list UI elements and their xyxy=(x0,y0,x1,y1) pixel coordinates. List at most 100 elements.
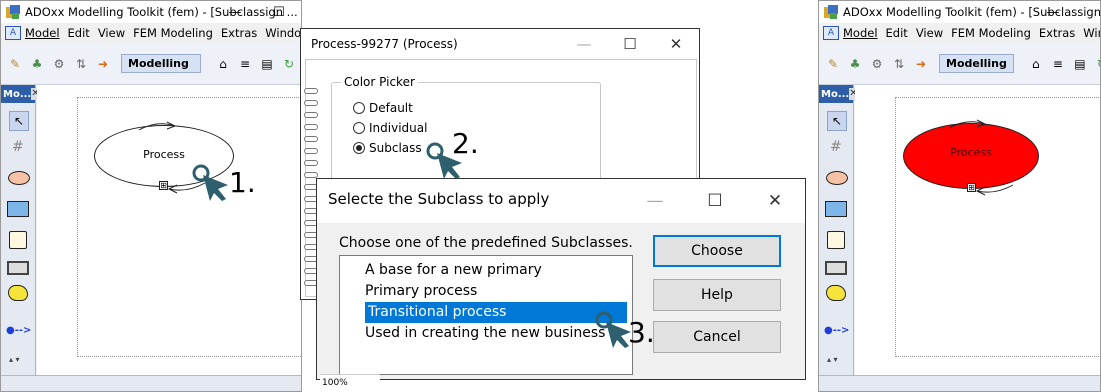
model-canvas[interactable]: Process ⊞ xyxy=(37,85,301,375)
radio-circle-icon xyxy=(353,102,365,114)
pointer-tool-icon[interactable]: ↖ xyxy=(827,111,847,131)
process-shape-tool[interactable] xyxy=(8,171,30,185)
refresh-icon[interactable]: ↻ xyxy=(281,56,297,72)
process-shape-tool[interactable] xyxy=(826,171,848,185)
menu-window[interactable]: Window xyxy=(265,26,301,40)
connector-tool-icon[interactable]: ●--> xyxy=(824,325,849,336)
minimize-button[interactable]: — xyxy=(213,1,257,23)
menu-fem-modeling[interactable]: FEM Modeling xyxy=(133,26,213,40)
export-icon[interactable]: ➜ xyxy=(913,56,929,72)
close-button[interactable]: ✕ xyxy=(745,179,805,223)
choose-button[interactable]: Choose xyxy=(653,235,781,267)
grid-tool-icon[interactable]: # xyxy=(12,139,24,155)
subclass-list[interactable]: A base for a new primary Primary process… xyxy=(339,255,633,375)
transfer-icon[interactable]: ⇅ xyxy=(73,56,89,72)
mdi-document-icon[interactable]: A xyxy=(5,26,21,40)
toolbar: ✎ ♣ ⚙ ⇅ ➜ Modelling ⌂ ≡ ▤ ↻ xyxy=(819,43,1100,85)
note-shape-tool[interactable] xyxy=(9,231,27,249)
zoom-level: 100% xyxy=(320,374,380,392)
menu-model[interactable]: Model xyxy=(843,26,878,40)
close-button[interactable]: ✕ xyxy=(653,29,699,59)
app-icon xyxy=(824,5,838,19)
home-icon[interactable]: ⌂ xyxy=(1028,56,1044,72)
model-canvas[interactable]: Process ⊞ xyxy=(855,85,1100,375)
menu-edit[interactable]: Edit xyxy=(68,26,90,40)
radio-default[interactable]: Default xyxy=(353,101,413,115)
settings-icon[interactable]: ⚙ xyxy=(869,56,885,72)
process-shape-label: Process xyxy=(143,147,185,161)
pointer-cursor-icon-3 xyxy=(595,311,631,348)
menu-window[interactable]: Window xyxy=(1083,26,1100,40)
modelling-panel: Mo... ✕ ↖ # ●--> ▴ ▾ xyxy=(1,85,40,375)
settings-icon[interactable]: ⚙ xyxy=(51,56,67,72)
scroll-arrows-icon[interactable]: ▴ ▾ xyxy=(827,355,838,364)
tree-icon[interactable]: ♣ xyxy=(847,56,863,72)
maximize-button[interactable]: ☐ xyxy=(257,1,301,23)
menu-extras[interactable]: Extras xyxy=(221,26,257,40)
list-item[interactable]: Primary process xyxy=(362,281,624,302)
menu-edit[interactable]: Edit xyxy=(886,26,908,40)
edit-icon[interactable]: ✎ xyxy=(7,56,23,72)
step-number-1: 1. xyxy=(229,166,256,199)
process-shape-red[interactable]: Process xyxy=(903,123,1039,189)
notebook-ring-icon xyxy=(304,112,318,118)
minimize-button[interactable]: — xyxy=(625,179,685,223)
app-window-right: ADOxx Modelling Toolkit (fem) - [Subclas… xyxy=(818,0,1101,392)
activity-shape-tool[interactable] xyxy=(7,201,29,217)
menu-fem-modeling[interactable]: FEM Modeling xyxy=(951,26,1031,40)
notebook-ring-icon xyxy=(304,124,318,130)
menu-extras[interactable]: Extras xyxy=(1039,26,1075,40)
swimlane-shape-tool[interactable] xyxy=(7,261,29,275)
maximize-button[interactable]: ☐ xyxy=(607,29,653,59)
scroll-arrows-icon[interactable]: ▴ ▾ xyxy=(9,355,20,364)
title-bar: ADOxx Modelling Toolkit (fem) - [Subclas… xyxy=(1,1,301,23)
home-icon[interactable]: ⌂ xyxy=(215,56,231,72)
window-icon[interactable]: ▤ xyxy=(259,56,275,72)
app-window-left: ADOxx Modelling Toolkit (fem) - [Subclas… xyxy=(0,0,302,392)
notebook-ring-icon xyxy=(304,148,318,154)
transfer-icon[interactable]: ⇅ xyxy=(891,56,907,72)
refresh-icon[interactable]: ↻ xyxy=(1094,56,1100,72)
dialog-title: Process-99277 (Process) xyxy=(311,37,458,51)
grid-tool-icon[interactable]: # xyxy=(830,139,842,155)
note-shape-tool[interactable] xyxy=(827,231,845,249)
menu-view[interactable]: View xyxy=(916,26,943,40)
menu-view[interactable]: View xyxy=(98,26,125,40)
maximize-button[interactable]: ☐ xyxy=(685,179,745,223)
radio-subclass[interactable]: Subclass xyxy=(353,141,422,155)
dialog-prompt: Choose one of the predefined Subclasses. xyxy=(339,235,633,251)
pointer-tool-icon[interactable]: ↖ xyxy=(9,111,29,131)
list-item[interactable]: Used in creating the new business xyxy=(362,323,624,344)
mdi-document-icon[interactable]: A xyxy=(823,26,839,40)
swimlane-shape-tool[interactable] xyxy=(825,261,847,275)
minimize-button[interactable]: — xyxy=(561,29,607,59)
dialog-body: Choose one of the predefined Subclasses.… xyxy=(317,223,805,379)
close-button[interactable]: ✕ xyxy=(301,1,302,23)
list-item-selected[interactable]: Transitional process xyxy=(365,302,627,323)
menu-bar: A Model Edit View FEM Modeling Extras Wi… xyxy=(1,23,301,43)
database-icon[interactable]: ≡ xyxy=(1050,56,1066,72)
connector-tool-icon[interactable]: ●--> xyxy=(6,325,31,336)
cancel-button[interactable]: Cancel xyxy=(653,321,781,353)
activity-shape-tool[interactable] xyxy=(825,201,847,217)
window-icon[interactable]: ▤ xyxy=(1072,56,1088,72)
help-button[interactable]: Help xyxy=(653,279,781,311)
menu-bar: A Model Edit View FEM Modeling Extras Wi… xyxy=(819,23,1100,43)
radio-individual[interactable]: Individual xyxy=(353,121,427,135)
list-item[interactable]: A base for a new primary xyxy=(362,260,624,281)
tree-icon[interactable]: ♣ xyxy=(29,56,45,72)
panel-title-bar: Mo... ✕ xyxy=(819,85,858,103)
radio-circle-icon xyxy=(353,122,365,134)
database-icon[interactable]: ≡ xyxy=(237,56,253,72)
notebook-ring-icon xyxy=(304,100,318,106)
cloud-shape-tool[interactable] xyxy=(826,285,846,301)
export-icon[interactable]: ➜ xyxy=(95,56,111,72)
edit-icon[interactable]: ✎ xyxy=(825,56,841,72)
panel-title: Mo... xyxy=(3,88,32,100)
cloud-shape-tool[interactable] xyxy=(8,285,28,301)
menu-model[interactable]: Model xyxy=(25,26,60,40)
mode-selector[interactable]: Modelling xyxy=(939,54,1014,73)
minimize-button[interactable]: — xyxy=(1031,1,1075,23)
mode-selector[interactable]: Modelling xyxy=(121,54,201,73)
title-bar: ADOxx Modelling Toolkit (fem) - [Subclas… xyxy=(819,1,1100,23)
